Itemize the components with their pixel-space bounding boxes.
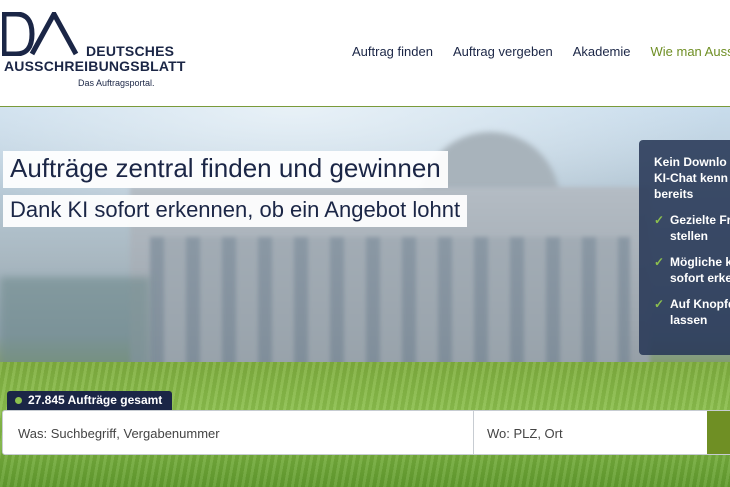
hero-section: Aufträge zentral finden und gewinnen Dan…	[0, 107, 730, 487]
promo-item-line: Gezielte Fra	[670, 213, 730, 227]
search-submit-button[interactable]	[707, 411, 730, 454]
nav-auftrag-vergeben[interactable]: Auftrag vergeben	[453, 44, 553, 59]
promo-item: ✓ Gezielte Fra stellen	[654, 212, 730, 244]
total-count-label: 27.845 Aufträge gesamt	[28, 393, 163, 407]
promo-item-line: stellen	[670, 229, 709, 243]
main-nav: Auftrag finden Auftrag vergeben Akademie…	[352, 44, 730, 59]
hero-headline: Aufträge zentral finden und gewinnen	[3, 151, 448, 188]
check-icon: ✓	[654, 213, 665, 227]
promo-title-line-3: bereits	[654, 187, 694, 201]
promo-item: ✓ Auf Knopfd lassen	[654, 296, 730, 328]
site-header: DEUTSCHES AUSSCHREIBUNGSBLATT Das Auftra…	[0, 0, 730, 107]
promo-item-line: sofort erke	[670, 271, 730, 285]
search-bar	[2, 410, 730, 455]
logo-text-ausschreibungsblatt: AUSSCHREIBUNGSBLATT	[4, 58, 186, 74]
search-where-input[interactable]	[485, 425, 689, 442]
search-what-input[interactable]	[16, 425, 460, 442]
status-dot-icon	[15, 397, 22, 405]
logo-text-deutsches: DEUTSCHES	[86, 43, 175, 59]
promo-title: Kein Downlo KI-Chat kenn bereits	[654, 154, 730, 202]
nav-akademie[interactable]: Akademie	[573, 44, 631, 59]
nav-wie-man-ausschreibt[interactable]: Wie man Ausschr	[651, 44, 730, 59]
logo-tagline: Das Auftragsportal.	[78, 78, 155, 88]
promo-title-line-2: KI-Chat kenn	[654, 171, 729, 185]
check-icon: ✓	[654, 297, 665, 311]
ki-chat-promo-box[interactable]: Kein Downlo KI-Chat kenn bereits ✓ Gezie…	[639, 140, 730, 355]
promo-item-line: Auf Knopfd	[670, 297, 730, 311]
search-divider	[473, 411, 474, 454]
nav-auftrag-finden[interactable]: Auftrag finden	[352, 44, 433, 59]
hero-subline: Dank KI sofort erkennen, ob ein Angebot …	[3, 195, 468, 227]
promo-item-line: lassen	[670, 313, 708, 327]
logo-mark-icon	[2, 12, 79, 56]
logo[interactable]: DEUTSCHES AUSSCHREIBUNGSBLATT Das Auftra…	[2, 12, 185, 92]
promo-item: ✓ Mögliche k sofort erke	[654, 254, 730, 286]
promo-title-line-1: Kein Downlo	[654, 155, 727, 169]
total-count-badge: 27.845 Aufträge gesamt	[7, 391, 173, 410]
promo-item-line: Mögliche k	[670, 255, 730, 269]
check-icon: ✓	[654, 255, 665, 269]
